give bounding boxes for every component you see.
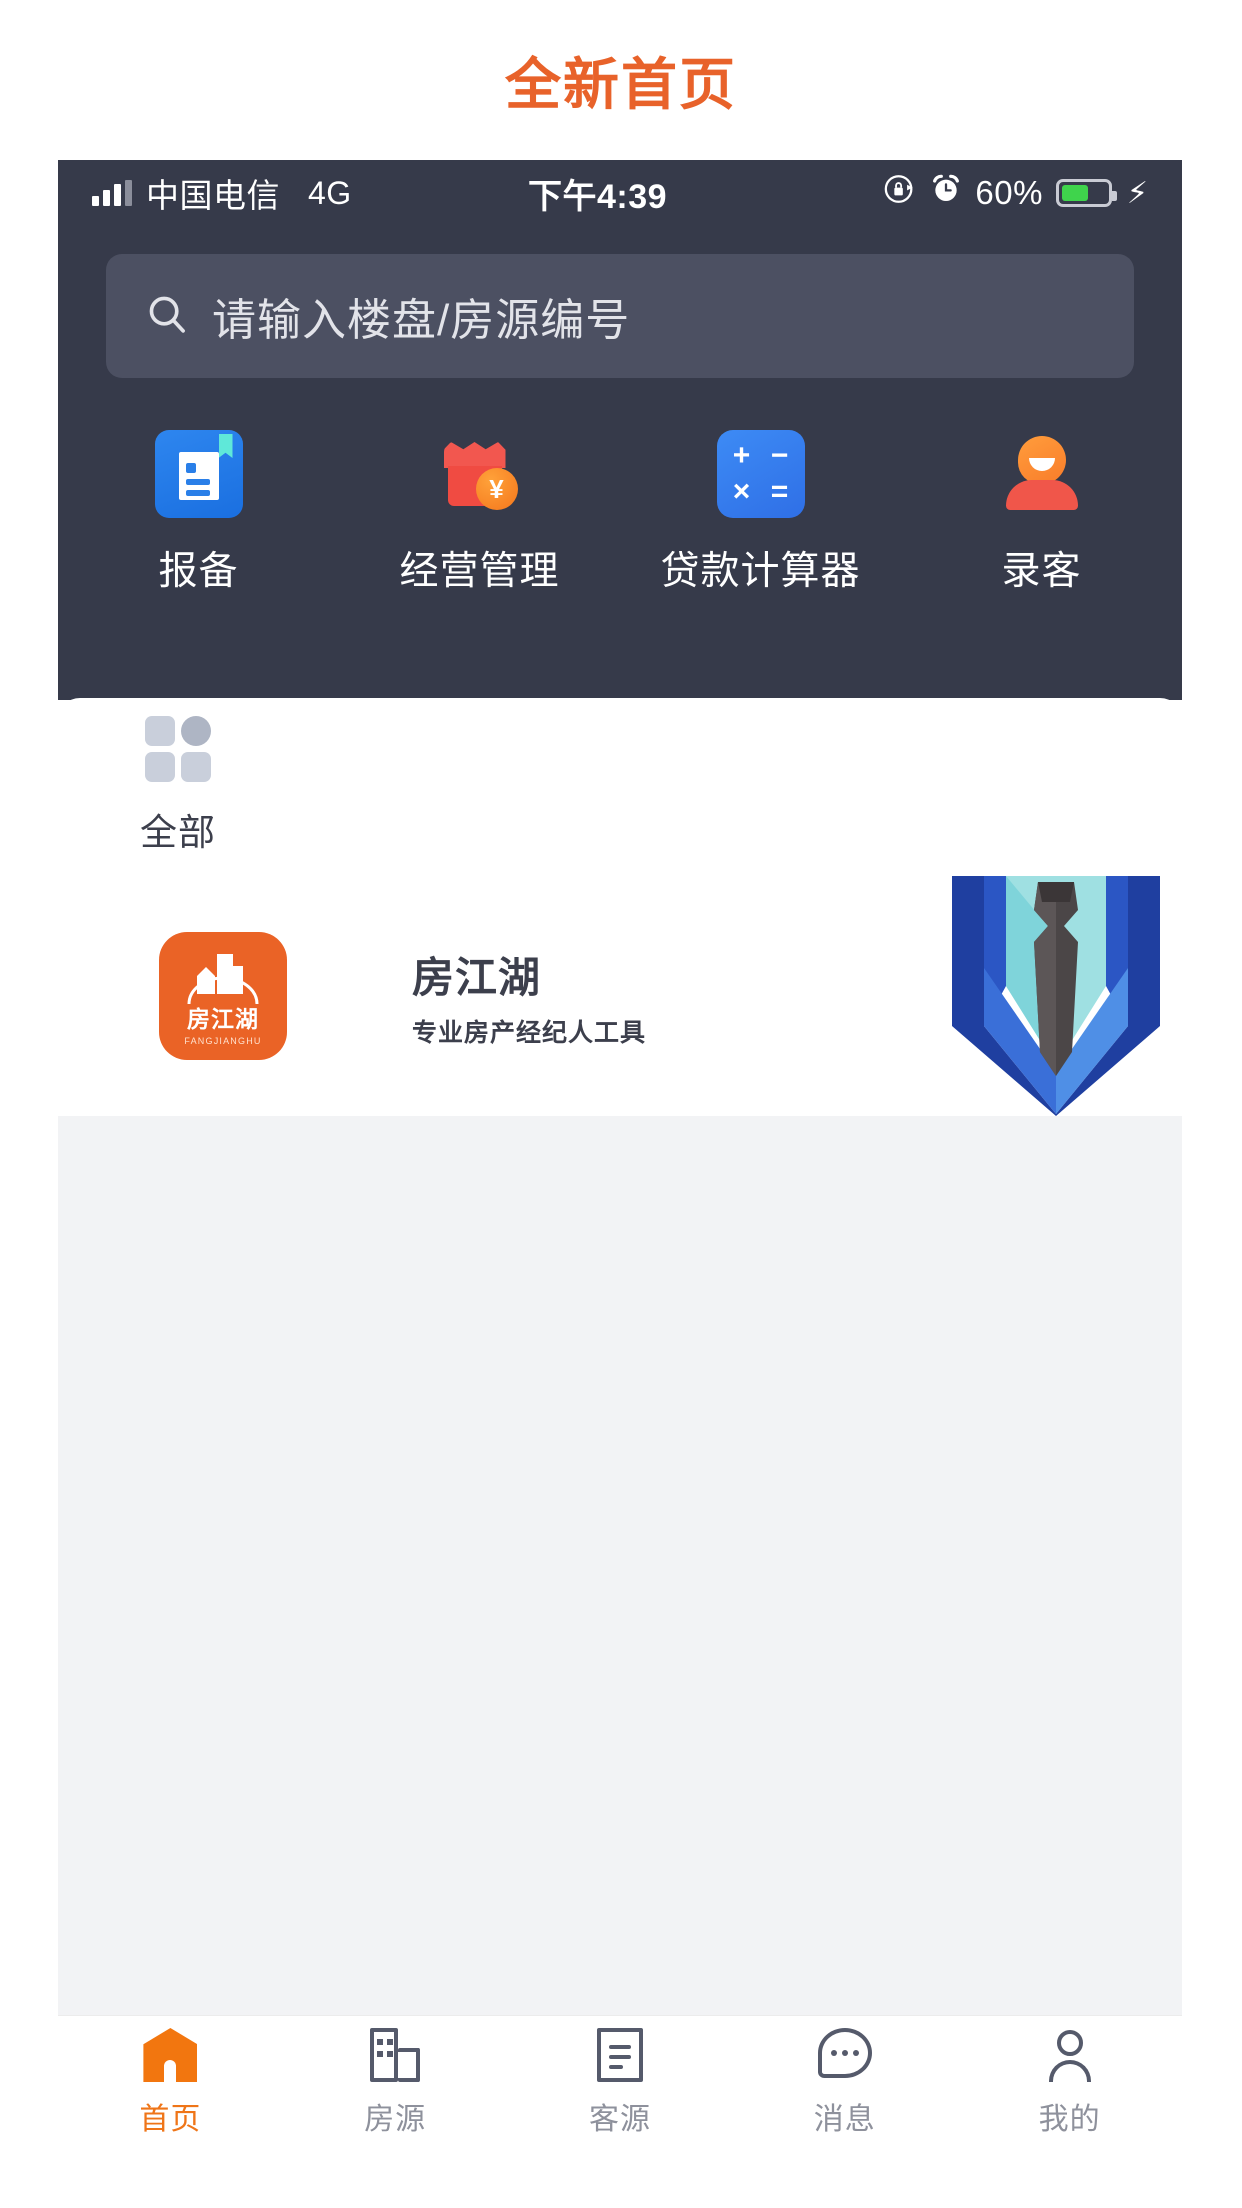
chat-bubble-icon xyxy=(817,2028,872,2082)
rotation-lock-icon xyxy=(883,172,917,214)
quick-actions-row: 报备 ¥ 经营管理 + − × = 贷款计算器 录客 xyxy=(58,430,1182,596)
battery-icon xyxy=(1055,179,1117,207)
calc-key-times: × xyxy=(732,475,751,508)
carrier-label: 中国电信 xyxy=(146,177,280,214)
tab-label: 消息 xyxy=(813,2103,876,2136)
home-icon xyxy=(143,2028,198,2082)
content-placeholder-area xyxy=(58,1116,1182,2016)
tab-home[interactable]: 首页 xyxy=(58,2028,283,2138)
phone-screen: 中国电信 4G 下午4:39 60% ⚡ 请输入楼盘/房源编号 报备 ¥ 经营管… xyxy=(58,160,1182,2150)
alarm-clock-icon xyxy=(930,173,962,213)
tab-label: 房源 xyxy=(364,2103,427,2136)
tab-label: 我的 xyxy=(1038,2103,1101,2136)
skyline-graphic xyxy=(187,954,259,1005)
quick-action-luke[interactable]: 录客 xyxy=(901,430,1182,596)
quick-action-jingyingguanli[interactable]: ¥ 经营管理 xyxy=(339,430,620,596)
app-header: 中国电信 4G 下午4:39 60% ⚡ 请输入楼盘/房源编号 报备 ¥ 经营管… xyxy=(58,160,1182,700)
search-placeholder: 请输入楼盘/房源编号 xyxy=(212,296,631,345)
quick-action-label: 经营管理 xyxy=(399,550,560,593)
quick-action-baobei[interactable]: 报备 xyxy=(58,430,339,596)
tab-clients[interactable]: 客源 xyxy=(508,2028,733,2138)
suit-tie-illustration xyxy=(946,876,1166,1116)
app-description: 专业房产经纪人工具 xyxy=(412,1018,647,1047)
signal-bars-icon xyxy=(92,180,132,206)
list-item[interactable]: 房江湖 FANGJIANGHU 房江湖 专业房产经纪人工具 xyxy=(58,876,1182,1116)
category-label: 全部 xyxy=(140,812,216,853)
shop-yuan-icon: ¥ xyxy=(436,430,524,518)
status-bar-right: 60% ⚡ xyxy=(883,172,1148,214)
person-record-icon xyxy=(998,430,1086,518)
calc-key-plus: + xyxy=(732,439,751,472)
battery-percent-label: 60% xyxy=(975,174,1043,211)
calc-key-equals: = xyxy=(770,475,789,508)
category-item-all[interactable]: 全部 xyxy=(58,716,298,856)
logo-wordmark: 房江湖 xyxy=(187,1006,259,1032)
tab-label: 客源 xyxy=(588,2103,651,2136)
quick-action-daikuanjisuanqi[interactable]: + − × = 贷款计算器 xyxy=(620,430,901,596)
document-lines-icon xyxy=(593,2028,647,2082)
app-logo-cell: 房江湖 FANGJIANGHU xyxy=(58,932,388,1060)
tab-listings[interactable]: 房源 xyxy=(283,2028,508,2138)
search-input[interactable]: 请输入楼盘/房源编号 xyxy=(106,254,1134,378)
calc-key-minus: − xyxy=(770,439,789,472)
charging-bolt-icon: ⚡ xyxy=(1126,176,1148,210)
person-icon xyxy=(1043,2028,1097,2082)
bottom-tab-bar: 首页 房源 客源 消息 我的 xyxy=(58,2015,1182,2150)
quick-action-label: 报备 xyxy=(158,550,239,593)
tab-label: 首页 xyxy=(139,2103,202,2136)
logo-pinyin: FANGJIANGHU xyxy=(184,1036,262,1046)
buildings-icon xyxy=(368,2028,422,2082)
tab-messages[interactable]: 消息 xyxy=(732,2028,957,2138)
status-bar: 中国电信 4G 下午4:39 60% ⚡ xyxy=(58,160,1182,226)
tab-profile[interactable]: 我的 xyxy=(957,2028,1182,2138)
report-document-icon xyxy=(154,430,243,518)
page-title: 全新首页 xyxy=(505,52,737,116)
app-list-card: 全部 房江湖 FANGJIANGHU 房江湖 专业房产经纪人工具 xyxy=(58,698,1182,1116)
grid-all-icon xyxy=(145,716,211,782)
quick-action-label: 贷款计算器 xyxy=(660,550,861,593)
search-icon xyxy=(144,291,190,342)
quick-action-label: 录客 xyxy=(1001,550,1082,593)
fangjianghu-logo-icon: 房江湖 FANGJIANGHU xyxy=(159,932,287,1060)
calculator-icon: + − × = xyxy=(716,430,805,518)
app-name: 房江湖 xyxy=(412,953,542,1001)
category-row: 全部 xyxy=(58,716,1182,856)
app-text-block: 房江湖 专业房产经纪人工具 xyxy=(388,944,946,1049)
status-bar-clock: 下午4:39 xyxy=(527,177,668,216)
